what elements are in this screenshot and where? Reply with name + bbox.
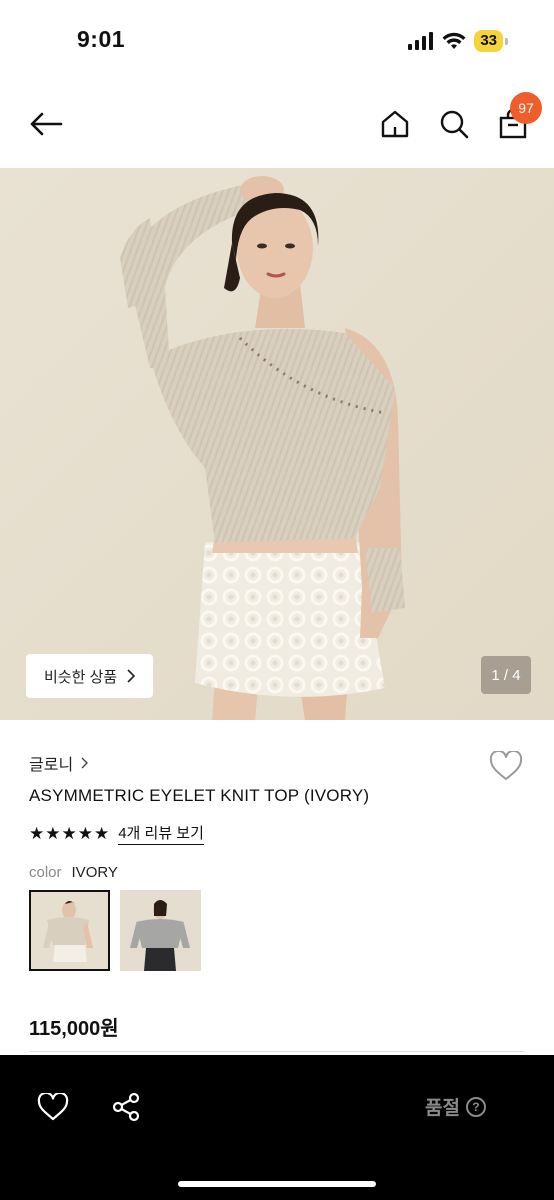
cart-count-badge: 97 [510, 92, 542, 124]
divider [29, 1051, 525, 1052]
search-icon [440, 110, 469, 139]
bottom-action-bar: 품절 ? [0, 1055, 554, 1200]
battery-nub [505, 37, 508, 45]
help-icon[interactable]: ? [465, 1096, 486, 1117]
share-button[interactable] [106, 1087, 146, 1127]
bottom-wishlist-button[interactable] [33, 1087, 73, 1127]
chevron-right-icon [81, 757, 89, 769]
review-link[interactable]: 4개 리뷰 보기 [118, 822, 204, 845]
image-page-counter: 1 / 4 [481, 656, 531, 694]
wishlist-button[interactable] [486, 746, 526, 786]
cellular-signal-icon [408, 32, 434, 50]
color-row: color IVORY [29, 864, 118, 881]
brand-name: 글로니 [29, 757, 74, 774]
sold-out-label: 품절 [425, 1098, 460, 1119]
rating-row: ★★★★★ 4개 리뷰 보기 [29, 822, 204, 845]
swatch-ivory[interactable] [29, 890, 110, 971]
star-rating: ★★★★★ [29, 823, 111, 843]
home-indicator [178, 1181, 376, 1187]
home-icon [381, 110, 409, 138]
similar-products-button[interactable]: 비슷한 상품 [26, 654, 154, 698]
status-bar: 9:01 33 [0, 0, 554, 82]
nav-bar [0, 82, 554, 168]
sold-out-status[interactable]: 품절 ? [425, 1093, 486, 1120]
product-photo [0, 168, 554, 720]
similar-products-label: 비슷한 상품 [44, 668, 118, 686]
heart-icon [37, 1093, 69, 1121]
brand-link[interactable]: 글로니 [29, 751, 89, 775]
color-label: color [29, 864, 62, 881]
back-button[interactable] [26, 104, 66, 144]
swatch-ivory-thumbnail [29, 890, 110, 971]
battery-level: 33 [474, 30, 503, 52]
share-icon [112, 1092, 140, 1122]
color-swatches [29, 890, 201, 971]
battery-indicator: 33 [474, 30, 508, 52]
swatch-grey[interactable] [120, 890, 201, 971]
status-time: 9:01 [77, 26, 126, 52]
heart-icon [489, 751, 523, 780]
back-arrow-icon [30, 112, 63, 136]
swatch-grey-thumbnail [120, 890, 201, 971]
home-button[interactable] [375, 104, 415, 144]
wifi-icon [442, 32, 466, 49]
color-value: IVORY [71, 864, 118, 881]
chevron-right-icon [127, 669, 136, 683]
product-price: 115,000원 [29, 1018, 119, 1040]
status-icons: 33 [408, 30, 508, 52]
product-title: ASYMMETRIC EYELET KNIT TOP (IVORY) [29, 786, 370, 805]
search-button[interactable] [434, 104, 474, 144]
product-image-carousel[interactable]: 비슷한 상품 1 / 4 [0, 168, 554, 720]
